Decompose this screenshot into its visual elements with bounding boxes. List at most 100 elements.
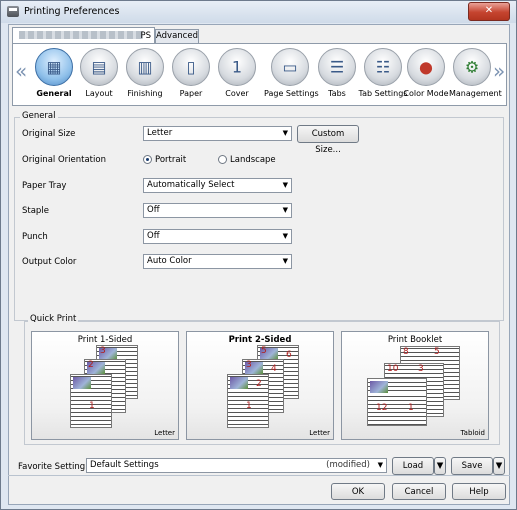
chevron-down-icon: ▼ <box>495 461 503 471</box>
paper-tray-value: Automatically Select <box>147 180 235 190</box>
staple-select[interactable]: Off ▼ <box>143 203 292 218</box>
save-button[interactable]: Save <box>451 457 493 475</box>
category-label: Color Mode <box>403 89 449 98</box>
quick-print-2-sided[interactable]: Print 2-Sided 56 34 12 Letter <box>186 331 334 440</box>
category-paper[interactable]: ▯ Paper <box>168 48 214 104</box>
page-number: 5 <box>261 346 267 356</box>
scroll-left-icon[interactable]: « <box>15 59 27 83</box>
output-color-label: Output Color <box>22 257 77 267</box>
portrait-label: Portrait <box>155 155 187 165</box>
management-icon: ⚙ <box>453 48 491 86</box>
punch-label: Punch <box>22 232 48 242</box>
category-label: Layout <box>85 89 113 98</box>
page-number: 12 <box>376 403 388 413</box>
help-button[interactable]: Help <box>452 483 506 500</box>
favorite-setting-value: Default Settings <box>90 460 159 470</box>
tabs-icon: ☰ <box>318 48 356 86</box>
chevron-down-icon: ▼ <box>282 257 288 265</box>
chevron-down-icon: ▼ <box>282 181 288 189</box>
page-number: 1 <box>89 401 95 411</box>
favorite-setting-label: Favorite Setting <box>18 462 86 472</box>
chevron-down-icon: ▼ <box>436 461 444 471</box>
category-label: Tabs <box>328 89 346 98</box>
staple-label: Staple <box>22 206 49 216</box>
save-dropdown-button[interactable]: ▼ <box>493 457 505 475</box>
paper-tray-label: Paper Tray <box>22 181 67 191</box>
layout-icon: ▤ <box>80 48 118 86</box>
page-number: 6 <box>286 350 292 360</box>
general-groupbox <box>14 117 504 321</box>
category-general[interactable]: ▦ General <box>31 48 77 104</box>
printer-icon <box>7 6 19 17</box>
category-layout[interactable]: ▤ Layout <box>76 48 122 104</box>
page-number: 3 <box>100 346 106 356</box>
tab-ps[interactable]: PS <box>12 27 155 44</box>
category-tabs[interactable]: ☰ Tabs <box>314 48 360 104</box>
scroll-right-icon[interactable]: » <box>493 59 505 83</box>
tab-ps-label: PS <box>140 31 151 41</box>
page-settings-icon: ▭ <box>271 48 309 86</box>
category-label: Tab Settings <box>358 89 408 98</box>
staple-value: Off <box>147 205 160 215</box>
category-label: General <box>36 89 72 98</box>
ok-button[interactable]: OK <box>331 483 385 500</box>
category-page-settings[interactable]: ▭ Page Settings <box>264 48 319 104</box>
category-finishing[interactable]: ▥ Finishing <box>122 48 168 104</box>
tab-advanced[interactable]: Advanced <box>155 29 199 43</box>
page-number: 4 <box>271 364 277 374</box>
category-cover[interactable]: 1 Cover <box>214 48 260 104</box>
category-tab-settings[interactable]: ☷ Tab Settings <box>358 48 408 104</box>
quick-print-option-title: Print 1-Sided <box>77 335 133 345</box>
tab-settings-icon: ☷ <box>364 48 402 86</box>
printing-preferences-window: Printing Preferences ✕ PS Advanced « ▦ G… <box>0 0 517 510</box>
general-icon: ▦ <box>35 48 73 86</box>
favorite-setting-select[interactable]: Default Settings (modified) ▼ <box>86 458 387 473</box>
page-number: 8 <box>403 347 409 357</box>
category-label: Page Settings <box>264 89 319 98</box>
category-management[interactable]: ⚙ Management <box>449 48 502 104</box>
page-number: 2 <box>256 379 262 389</box>
punch-select[interactable]: Off ▼ <box>143 229 292 244</box>
quick-print-option-title: Print 2-Sided <box>228 335 292 345</box>
custom-size-button[interactable]: Custom Size... <box>297 125 359 155</box>
portrait-radio[interactable] <box>143 155 152 164</box>
quick-print-booklet[interactable]: Print Booklet 8 5 10 3 12 1 Tabloid <box>341 331 489 440</box>
paper-size-label: Tabloid <box>460 429 485 437</box>
quick-print-option-title: Print Booklet <box>387 335 443 345</box>
cover-icon: 1 <box>218 48 256 86</box>
page-number: 10 <box>387 364 399 374</box>
landscape-label: Landscape <box>230 155 276 165</box>
page-number: 2 <box>88 360 94 370</box>
category-color-mode[interactable]: ● Color Mode <box>403 48 449 104</box>
category-ribbon: « ▦ General ▤ Layout ▥ Finishing ▯ Paper… <box>12 43 507 106</box>
modified-indicator: (modified) <box>326 460 370 470</box>
orientation-label: Original Orientation <box>22 155 106 165</box>
output-color-value: Auto Color <box>147 256 192 266</box>
category-label: Management <box>449 89 502 98</box>
page-number: 1 <box>246 401 252 411</box>
original-size-select[interactable]: Letter ▼ <box>143 126 292 141</box>
page-thumbnail: 1 <box>70 374 112 428</box>
load-dropdown-button[interactable]: ▼ <box>434 457 446 475</box>
category-label: Cover <box>225 89 249 98</box>
general-panel: General Original Size Letter ▼ Custom Si… <box>12 109 507 445</box>
close-button[interactable]: ✕ <box>468 2 510 21</box>
output-color-select[interactable]: Auto Color ▼ <box>143 254 292 269</box>
page-number: 5 <box>434 347 440 357</box>
page-thumbnail: 12 <box>227 374 269 428</box>
load-button[interactable]: Load <box>392 457 434 475</box>
chevron-down-icon: ▼ <box>377 461 383 469</box>
chevron-down-icon: ▼ <box>282 129 288 137</box>
title-bar[interactable]: Printing Preferences ✕ <box>1 1 516 23</box>
finishing-icon: ▥ <box>126 48 164 86</box>
paper-tray-select[interactable]: Automatically Select ▼ <box>143 178 292 193</box>
punch-value: Off <box>147 231 160 241</box>
footer-separator <box>8 475 510 476</box>
original-size-label: Original Size <box>22 129 76 139</box>
color-mode-icon: ● <box>407 48 445 86</box>
landscape-radio[interactable] <box>218 155 227 164</box>
paper-size-label: Letter <box>309 429 330 437</box>
quick-print-1-sided[interactable]: Print 1-Sided 3 2 1 Letter <box>31 331 179 440</box>
general-group-title: General <box>20 111 58 121</box>
cancel-button[interactable]: Cancel <box>392 483 446 500</box>
